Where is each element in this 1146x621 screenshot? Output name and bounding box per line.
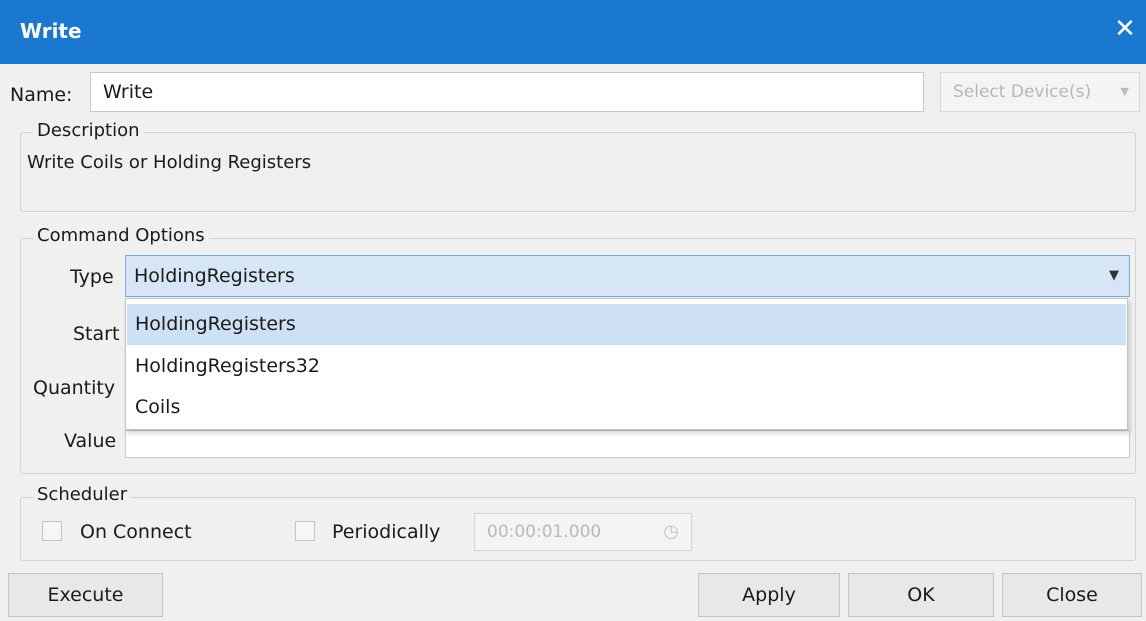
select-devices-label: Select Device(s): [953, 82, 1092, 102]
interval-input[interactable]: 00:00:01.000 ◷: [474, 513, 692, 551]
title-bar: Write ✕: [0, 0, 1146, 64]
close-button[interactable]: Close: [1002, 573, 1142, 617]
interval-value: 00:00:01.000: [487, 522, 602, 542]
scheduler-label: Scheduler: [33, 484, 132, 505]
name-label: Name:: [10, 84, 73, 106]
dropdown-option-holdingregisters[interactable]: HoldingRegisters: [127, 304, 1126, 345]
chevron-down-icon: ▼: [1109, 268, 1119, 283]
dropdown-option-holdingregisters32[interactable]: HoldingRegisters32: [127, 346, 1126, 387]
value-label: Value: [64, 430, 117, 452]
type-dropdown-list: HoldingRegisters HoldingRegisters32 Coil…: [125, 298, 1128, 430]
close-icon[interactable]: ✕: [1110, 14, 1140, 44]
on-connect-label: On Connect: [80, 521, 192, 543]
periodically-checkbox[interactable]: [295, 521, 315, 541]
select-devices-dropdown[interactable]: Select Device(s) ▼: [940, 72, 1140, 112]
type-label: Type: [70, 266, 114, 288]
start-label: Start: [73, 323, 120, 345]
clock-icon[interactable]: ◷: [663, 514, 679, 550]
window-title: Write: [20, 19, 82, 43]
type-dropdown[interactable]: HoldingRegisters ▼: [125, 255, 1130, 297]
on-connect-checkbox[interactable]: [42, 521, 62, 541]
ok-button[interactable]: OK: [848, 573, 994, 617]
type-selected-value: HoldingRegisters: [134, 265, 295, 287]
value-input[interactable]: [125, 430, 1130, 458]
description-text: Write Coils or Holding Registers: [27, 152, 312, 173]
apply-button[interactable]: Apply: [698, 573, 840, 617]
chevron-down-icon: ▼: [1120, 85, 1129, 98]
quantity-label: Quantity: [33, 377, 116, 399]
description-label: Description: [33, 120, 144, 141]
dropdown-option-coils[interactable]: Coils: [127, 387, 1126, 428]
execute-button[interactable]: Execute: [8, 573, 163, 617]
name-input[interactable]: Write: [90, 72, 924, 112]
periodically-label: Periodically: [332, 521, 441, 543]
command-options-label: Command Options: [33, 225, 209, 246]
